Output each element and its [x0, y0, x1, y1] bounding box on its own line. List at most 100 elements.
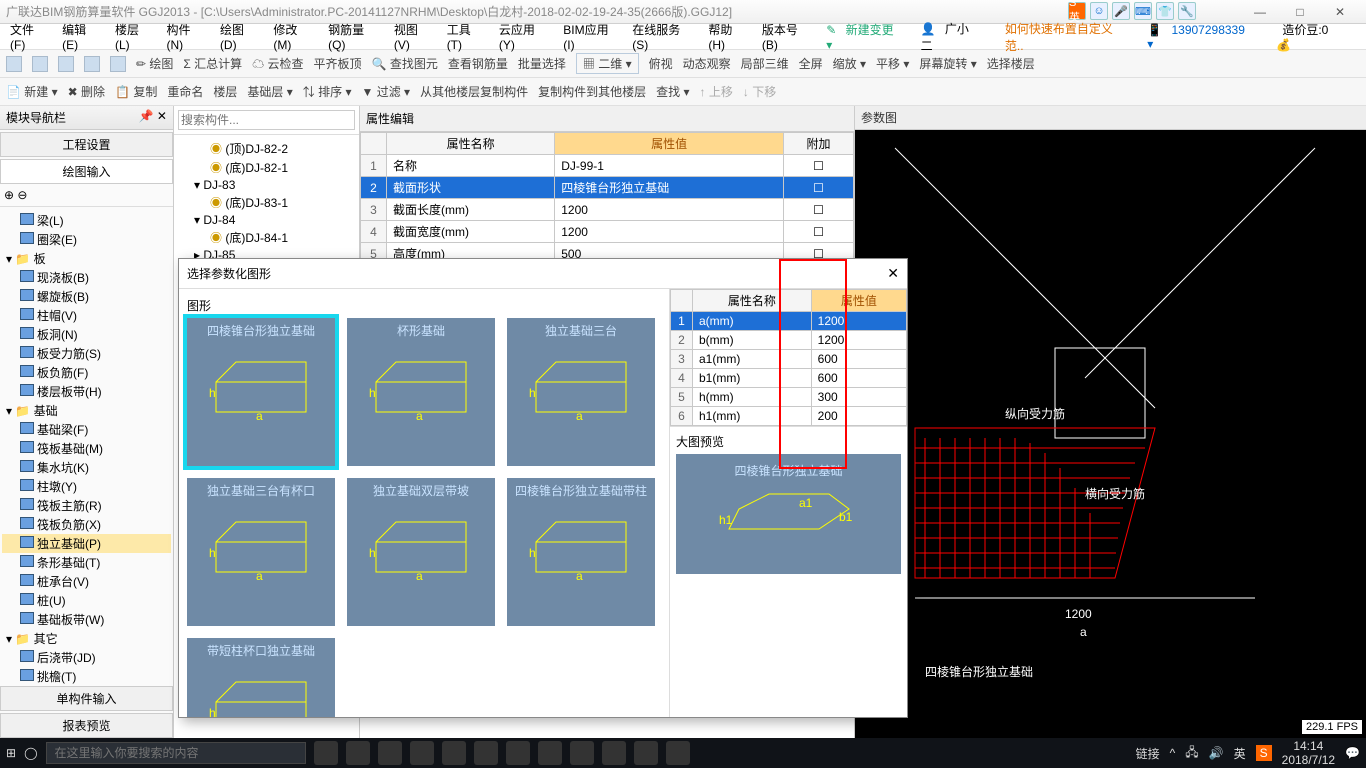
parameter-viewer[interactable]: 参数图 纵向受力筋 横向受力筋 1200 1200 a 四棱锥台形独立基础 22…	[855, 106, 1366, 738]
pin-icon[interactable]: 📌 ✕	[139, 109, 167, 126]
search-input[interactable]	[178, 110, 355, 130]
property-row[interactable]: 1名称DJ-99-1☐	[361, 155, 854, 177]
param-row[interactable]: 3a1(mm)600	[671, 350, 907, 369]
menu-cloud[interactable]: 云应用(Y)	[493, 19, 555, 54]
ie-icon[interactable]	[506, 741, 530, 765]
tree-item[interactable]: 挑檐(T)	[2, 667, 171, 684]
tb-viewrebar[interactable]: 查看钢筋量	[448, 55, 508, 72]
tree-item[interactable]: ▾ 📁 板	[2, 249, 171, 268]
tab-report[interactable]: 报表预览	[0, 713, 173, 738]
menu-online[interactable]: 在线服务(S)	[626, 19, 700, 54]
tree-item[interactable]: 板负筋(F)	[2, 363, 171, 382]
store-icon[interactable]	[538, 741, 562, 765]
collapse-icon[interactable]: ⊖	[17, 188, 27, 202]
param-row[interactable]: 6h1(mm)200	[671, 407, 907, 426]
taskview-icon[interactable]	[314, 741, 338, 765]
tree-item[interactable]: 现浇板(B)	[2, 268, 171, 287]
tab-single-input[interactable]: 单构件输入	[0, 686, 173, 711]
menu-draw[interactable]: 绘图(D)	[214, 19, 265, 54]
ime-settings-icon[interactable]: 🔧	[1178, 2, 1196, 20]
menu-floor[interactable]: 楼层(L)	[109, 19, 159, 54]
ime-keyboard-icon[interactable]: ⌨	[1134, 2, 1152, 20]
shape-card[interactable]: 独立基础三台有杯口ah	[187, 478, 335, 626]
tb-selfloor[interactable]: 选择楼层	[987, 55, 1035, 72]
tb2-new[interactable]: 📄 新建 ▾	[6, 83, 58, 100]
tb2-find[interactable]: 查找 ▾	[656, 83, 689, 100]
instance-item[interactable]: ▾ DJ-84	[178, 212, 355, 228]
shape-card[interactable]: 带短柱杯口独立基础ah	[187, 638, 335, 717]
tb2-copyto[interactable]: 复制构件到其他楼层	[538, 83, 646, 100]
tb-zoom[interactable]: 缩放 ▾	[833, 55, 866, 72]
undo-icon[interactable]	[84, 56, 100, 72]
shape-card[interactable]: 独立基础三台ah	[507, 318, 655, 466]
ime-badge[interactable]: S 英	[1068, 2, 1086, 20]
tb-top[interactable]: 俯视	[649, 55, 673, 72]
tb2-rename[interactable]: 重命名	[167, 83, 203, 100]
tb-full[interactable]: 全屏	[799, 55, 823, 72]
tree-item[interactable]: 条形基础(T)	[2, 553, 171, 572]
cortana-icon[interactable]: ◯	[24, 746, 37, 760]
tree-item[interactable]: 筏板负筋(X)	[2, 515, 171, 534]
tb2-baselayer[interactable]: 基础层 ▾	[247, 83, 292, 100]
shape-card[interactable]: 四棱锥台形独立基础带柱ah	[507, 478, 655, 626]
tree-item[interactable]: 柱墩(Y)	[2, 477, 171, 496]
tb2-copy[interactable]: 📋 复制	[115, 83, 157, 100]
ime-emoji-icon[interactable]: ☺	[1090, 2, 1108, 20]
ime-tool-icon[interactable]: 👕	[1156, 2, 1174, 20]
new-icon[interactable]	[6, 56, 22, 72]
instance-item[interactable]: ◉ (底)DJ-84-1	[178, 228, 355, 247]
tb-pan[interactable]: 平移 ▾	[876, 55, 909, 72]
param-row[interactable]: 4b1(mm)600	[671, 369, 907, 388]
tree-item[interactable]: 集水坑(K)	[2, 458, 171, 477]
tree-item[interactable]: 基础梁(F)	[2, 420, 171, 439]
tab-project-settings[interactable]: 工程设置	[0, 132, 173, 157]
instance-item[interactable]: ◉ (底)DJ-82-1	[178, 158, 355, 177]
tree-item[interactable]: 螺旋板(B)	[2, 287, 171, 306]
ime-mic-icon[interactable]: 🎤	[1112, 2, 1130, 20]
tb-sum[interactable]: Σ 汇总计算	[183, 55, 242, 72]
expand-icon[interactable]: ⊕	[4, 188, 14, 202]
shape-card[interactable]: 四棱锥台形独立基础ah	[187, 318, 335, 466]
menu-version[interactable]: 版本号(B)	[756, 19, 818, 54]
param-table[interactable]: 属性名称属性值 1a(mm)12002b(mm)12003a1(mm)6004b…	[670, 289, 907, 426]
menu-component[interactable]: 构件(N)	[160, 19, 211, 54]
tb-flat[interactable]: 平齐板顶	[314, 55, 362, 72]
shape-card[interactable]: 独立基础双层带坡ah	[347, 478, 495, 626]
menu-help[interactable]: 帮助(H)	[702, 19, 753, 54]
component-tree[interactable]: 梁(L)圈梁(E)▾ 📁 板现浇板(B)螺旋板(B)柱帽(V)板洞(N)板受力筋…	[0, 207, 173, 684]
tree-item[interactable]: 后浇带(JD)	[2, 648, 171, 667]
tip-link[interactable]: 如何快速布置自定义范..	[999, 18, 1133, 56]
tree-item[interactable]: 楼层板带(H)	[2, 382, 171, 401]
tree-item[interactable]: ▾ 📁 基础	[2, 401, 171, 420]
sogou-tray-icon[interactable]: S	[1256, 745, 1272, 761]
open-icon[interactable]	[32, 56, 48, 72]
edge-icon[interactable]	[474, 741, 498, 765]
menu-bim[interactable]: BIM应用(I)	[557, 19, 624, 54]
windows-taskbar[interactable]: ⊞ ◯ 链接 ^ 🖧 🔊 英 S 14:142018/7/12 💬	[0, 738, 1366, 768]
taskbar-search[interactable]	[46, 742, 306, 764]
param-row[interactable]: 1a(mm)1200	[671, 312, 907, 331]
ime-tray[interactable]: 英	[1234, 745, 1246, 762]
menu-tools[interactable]: 工具(T)	[441, 19, 491, 54]
dialog-close-button[interactable]: ✕	[887, 265, 899, 282]
tb2-del[interactable]: ✖ 删除	[68, 83, 105, 100]
save-icon[interactable]	[58, 56, 74, 72]
tab-draw-input[interactable]: 绘图输入	[0, 159, 173, 184]
menu-modify[interactable]: 修改(M)	[267, 19, 320, 54]
tree-item[interactable]: 筏板基础(M)	[2, 439, 171, 458]
tb-cloud[interactable]: ☁ 云检查	[252, 55, 303, 72]
clock[interactable]: 14:142018/7/12	[1282, 739, 1335, 767]
menu-view[interactable]: 视图(V)	[388, 19, 439, 54]
redo-icon[interactable]	[110, 56, 126, 72]
menu-edit[interactable]: 编辑(E)	[56, 19, 107, 54]
tb-find[interactable]: 🔍 查找图元	[372, 55, 438, 72]
tb-rotate[interactable]: 屏幕旋转 ▾	[919, 55, 976, 72]
tree-item[interactable]: 板洞(N)	[2, 325, 171, 344]
app-icon[interactable]	[442, 741, 466, 765]
app-icon[interactable]	[634, 741, 658, 765]
tb2-filter[interactable]: ▼ 过滤 ▾	[361, 83, 410, 100]
tree-item[interactable]: 基础板带(W)	[2, 610, 171, 629]
tb2-sort[interactable]: ⇅ 排序 ▾	[303, 83, 352, 100]
user-label[interactable]: 👤 广小二	[915, 18, 991, 56]
app-icon[interactable]	[666, 741, 690, 765]
